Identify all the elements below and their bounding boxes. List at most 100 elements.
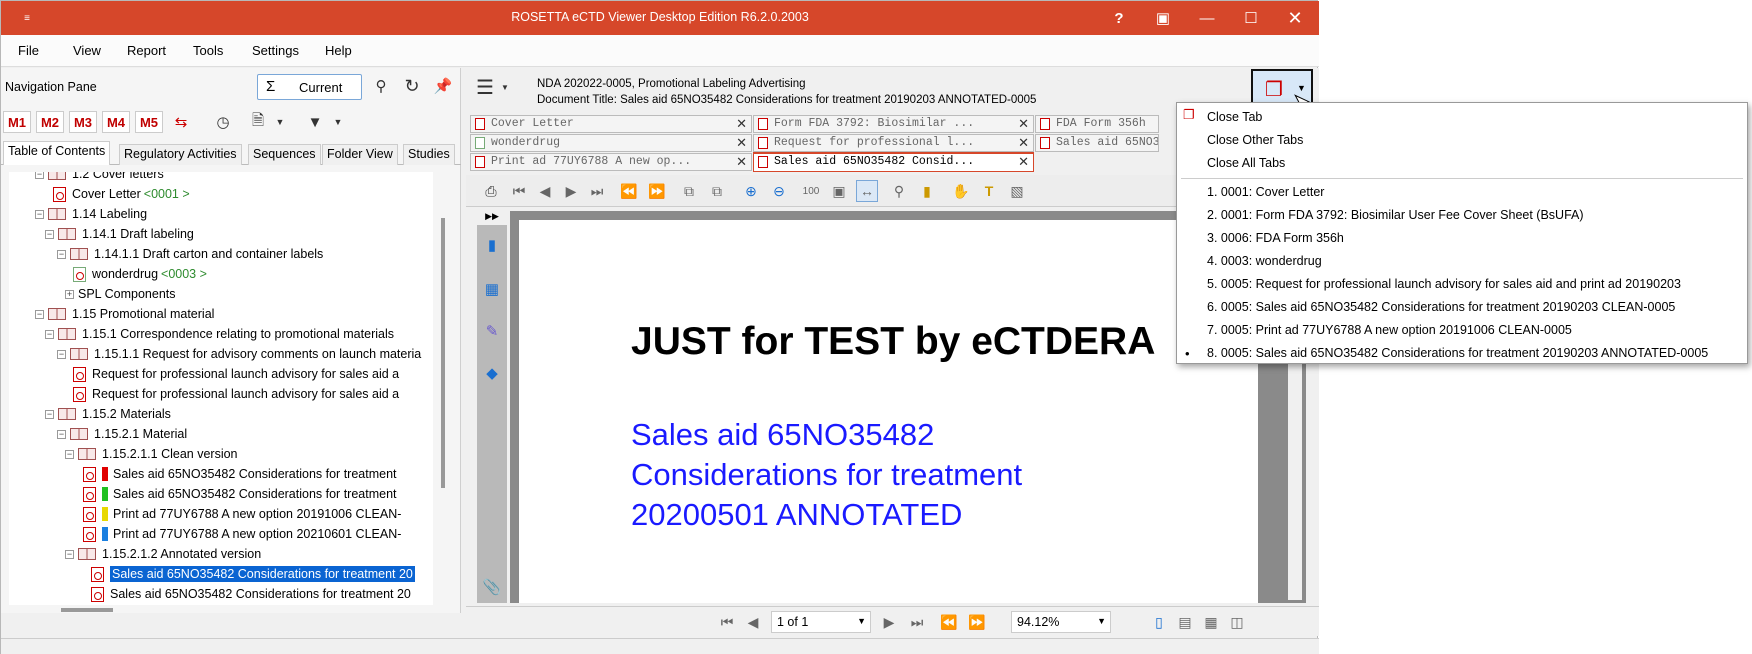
tree-item[interactable]: − 1.15 Promotional material [35,304,214,324]
tree-vertical-scrollbar[interactable] [441,218,445,488]
single-page-view-icon[interactable]: ▯ [1148,611,1170,633]
sync-icon[interactable]: ⇆ [169,111,193,133]
tab-regulatory-activities[interactable]: Regulatory Activities [119,144,242,165]
print-icon[interactable]: ⎙ [480,180,502,202]
menu-view[interactable]: View [73,43,101,58]
tree-item[interactable]: Request for professional launch advisory… [73,364,399,384]
tree-item[interactable]: Sales aid 65NO35482 Considerations for t… [91,584,411,604]
menu-tab-item[interactable]: 4. 0003: wonderdrug [1207,250,1322,272]
module-2-button[interactable]: M2 [36,111,64,133]
collapse-icon[interactable]: − [35,209,44,219]
snapshot-icon[interactable]: ▧ [1006,180,1028,202]
minimize-button[interactable]: — [1185,1,1229,35]
collapse-icon[interactable]: − [65,449,74,459]
fit-page-icon[interactable]: ▣ [828,180,850,202]
menu-close-other-tabs[interactable]: Close Other Tabs [1207,129,1303,151]
last-page-button-icon[interactable]: ⏭ [906,611,928,633]
sequence-link[interactable]: <0003 > [161,267,207,281]
doc-tab-7[interactable]: Print ad 77UY6788 A new op... ✕ [470,153,752,171]
menu-help[interactable]: Help [325,43,352,58]
help-icon[interactable]: ? [1097,1,1141,35]
tree-item[interactable]: + SPL Components [65,284,176,304]
restore-window-icon[interactable]: ▣ [1141,1,1185,35]
module-5-button[interactable]: M5 [135,111,163,133]
doc-tab-8-active[interactable]: Sales aid 65NO35482 Consid... ✕ [753,152,1034,172]
document-dropdown-icon[interactable]: ▼ [273,111,287,133]
doc-tab-2[interactable]: Form FDA 3792: Biosimilar ... ✕ [753,115,1034,133]
tree-item[interactable]: Sales aid 65NO35482 Considerations for t… [91,564,415,584]
menu-close-all-tabs[interactable]: Close All Tabs [1207,152,1285,174]
next-page-icon[interactable]: ▶ [560,180,582,202]
refresh-icon[interactable]: ↻ [400,74,424,98]
search-icon[interactable]: ⚲ [369,74,393,98]
module-4-button[interactable]: M4 [102,111,130,133]
maximize-button[interactable]: ☐ [1229,1,1273,35]
zoom-select[interactable]: 94.12% ▼ [1011,611,1111,633]
tree-horizontal-scrollbar[interactable] [61,608,113,612]
previous-page-icon[interactable]: ◀ [534,180,556,202]
collapse-icon[interactable]: − [57,249,66,259]
close-window-button[interactable]: ✕ [1273,1,1317,35]
tree-item[interactable]: Cover Letter <0001 > [53,184,190,204]
layers-panel-icon[interactable]: ◆ [481,361,503,385]
attachments-panel-icon[interactable]: 📎 [481,575,503,599]
tree-item[interactable]: − 1.15.2.1 Material [57,424,187,444]
paste-icon[interactable]: ⧉ [706,180,728,202]
collapse-icon[interactable]: − [35,309,44,319]
tab-table-of-contents[interactable]: Table of Contents [3,141,111,165]
tree-item[interactable]: − 1.15.1.1 Request for advisory comments … [57,344,421,364]
doc-tab-4[interactable]: wonderdrug ✕ [470,134,752,152]
tree-item[interactable]: − 1.14.1 Draft labeling [45,224,194,244]
tree-item[interactable]: − 1.2 Cover letters [35,172,164,184]
continuous-view-icon[interactable]: ▤ [1174,611,1196,633]
menu-tab-item[interactable]: 3. 0006: FDA Form 356h [1207,227,1344,249]
tree-item[interactable]: − 1.14 Labeling [35,204,147,224]
expand-icon[interactable]: + [65,289,74,299]
find-icon[interactable]: ⚲ [888,180,910,202]
zoom-in-icon[interactable]: ⊕ [740,180,762,202]
last-page-icon[interactable]: ⏭ [586,180,608,202]
prev-page-button-icon[interactable]: ◀ [742,611,764,633]
tab-list-button[interactable]: ❐ ▼ ➤ [1251,69,1313,114]
collapse-icon[interactable]: − [45,229,54,239]
menu-file[interactable]: File [18,43,39,58]
copy-icon[interactable]: ⧉ [678,180,700,202]
bookmark-icon[interactable]: ▮ [916,180,938,202]
tree-item[interactable]: − 1.15.2.1.2 Annotated version [65,544,261,564]
actual-size-icon[interactable]: 100 [800,180,822,202]
close-tab-icon[interactable]: ✕ [736,135,747,151]
menu-tab-item[interactable]: 1. 0001: Cover Letter [1207,181,1324,203]
tree-item[interactable]: − 1.14.1.1 Draft carton and container lab… [57,244,323,264]
fit-width-icon[interactable]: ↔ [856,180,878,202]
text-select-icon[interactable]: T [978,180,1000,202]
bookmarks-panel-icon[interactable]: ▮ [481,233,503,257]
filter-icon[interactable]: ▼ [303,111,327,133]
pin-icon[interactable]: 📌 [433,74,453,98]
collapse-icon[interactable]: − [45,409,54,419]
menu-close-tab[interactable]: Close Tab [1207,106,1262,128]
two-page-view-icon[interactable]: ▦ [1200,611,1222,633]
tree-item[interactable]: Print ad 77UY6788 A new option 20210601 … [83,524,401,544]
close-tab-icon[interactable]: ✕ [1018,154,1029,170]
next-page-button-icon[interactable]: ▶ [878,611,900,633]
menu-tab-item[interactable]: 5. 0005: Request for professional launch… [1207,273,1681,295]
close-tab-icon[interactable]: ✕ [736,116,747,132]
hamburger-dropdown-icon[interactable]: ▼ [500,80,510,94]
menu-tab-item[interactable]: 7. 0005: Print ad 77UY6788 A new option … [1207,319,1572,341]
module-1-button[interactable]: M1 [3,111,31,133]
collapse-icon[interactable]: − [57,429,66,439]
tree-item[interactable]: Print ad 77UY6788 A new option 20191006 … [83,504,401,524]
document-icon[interactable]: 🗎 [246,111,270,133]
first-page-icon[interactable]: ⏮ [508,180,530,202]
zoom-out-icon[interactable]: ⊖ [768,180,790,202]
tree-item[interactable]: Sales aid 65NO35482 Considerations for t… [83,464,397,484]
close-tab-icon[interactable]: ✕ [1018,116,1029,132]
tree-item[interactable]: − 1.15.2.1.1 Clean version [65,444,238,464]
tree-item[interactable]: Request for professional launch advisory… [73,384,399,404]
tree-item[interactable]: Sales aid 65NO35482 Considerations for t… [83,484,397,504]
tree-item[interactable]: − 1.15.2 Materials [45,404,171,424]
hand-tool-icon[interactable]: ✋ [950,180,972,202]
forward-icon[interactable]: ⏩ [646,180,668,202]
close-tab-icon[interactable]: ✕ [736,154,747,170]
menu-settings[interactable]: Settings [252,43,299,58]
